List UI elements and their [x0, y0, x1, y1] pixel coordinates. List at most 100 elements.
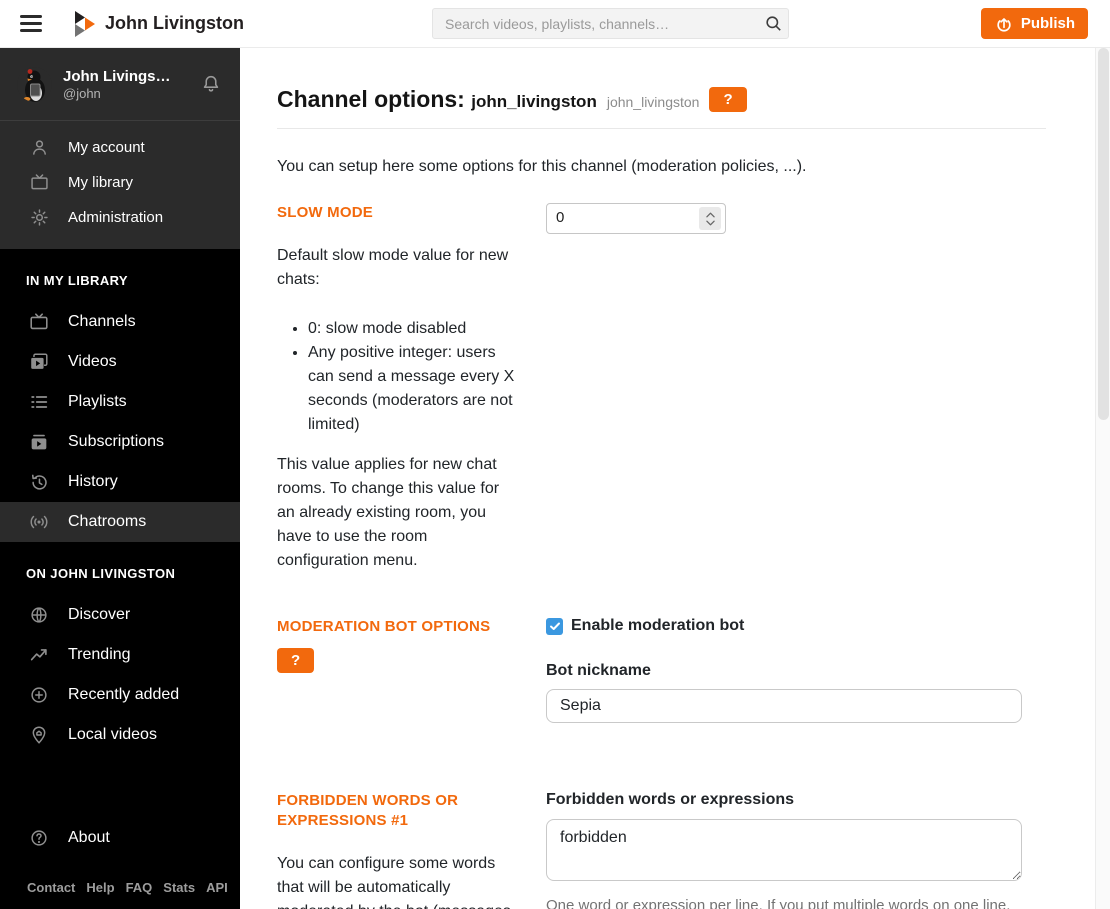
sidebar-item-label: Trending [68, 646, 131, 663]
sidebar-item-label: Subscriptions [68, 433, 165, 450]
number-spinner[interactable] [699, 207, 721, 230]
sidebar-item-recently-added[interactable]: Recently added [0, 675, 240, 715]
slow-mode-row: SLOW MODE Default slow mode value for ne… [277, 203, 1046, 573]
globe-icon [27, 603, 51, 627]
sidebar-footer-links: Contact Help FAQ Stats API [0, 858, 240, 909]
avatar [17, 66, 52, 102]
footer-link-stats[interactable]: Stats [163, 880, 195, 895]
slow-mode-bullets: 0: slow mode disabled Any positive integ… [277, 317, 517, 437]
search-icon[interactable] [758, 14, 788, 33]
notifications-bell-icon[interactable] [200, 72, 222, 96]
sidebar-item-label: Administration [68, 209, 164, 226]
forbidden-words-label: Forbidden words or expressions [546, 791, 795, 808]
sidebar-item-about[interactable]: About [0, 818, 240, 858]
footer-link-api[interactable]: API [206, 880, 228, 895]
slow-mode-label: SLOW MODE [277, 204, 373, 221]
sidebar-item-channels[interactable]: Channels [0, 302, 240, 342]
user-icon [27, 136, 51, 160]
moderation-bot-help-button[interactable]: ? [277, 648, 315, 673]
videos-icon [27, 350, 51, 374]
enable-bot-row: Enable moderation bot [546, 617, 1046, 635]
channel-handle: john_livingston [606, 93, 700, 110]
sidebar-item-label: Playlists [68, 393, 127, 410]
upload-icon [994, 14, 1014, 34]
peertube-logo-icon[interactable] [74, 10, 95, 38]
slow-mode-bullet: 0: slow mode disabled [308, 317, 517, 341]
sidebar-item-subscriptions[interactable]: Subscriptions [0, 422, 240, 462]
vertical-scrollbar[interactable] [1095, 48, 1110, 909]
sidebar-item-my-library[interactable]: My library [0, 165, 240, 200]
sidebar-item-videos[interactable]: Videos [0, 342, 240, 382]
menu-toggle-icon[interactable] [20, 11, 42, 37]
tv-icon [27, 310, 51, 334]
sidebar-item-chatrooms[interactable]: Chatrooms [0, 502, 240, 542]
publish-label: Publish [1020, 15, 1075, 32]
sidebar-item-label: Channels [68, 313, 136, 330]
sidebar-item-label: Chatrooms [68, 513, 147, 530]
sidebar-item-local-videos[interactable]: Local videos [0, 715, 240, 755]
title-divider [277, 128, 1046, 129]
chevron-down-icon [705, 220, 715, 225]
moderation-bot-row: MODERATION BOT OPTIONS ? Enable moderati… [277, 617, 1046, 723]
page-title: Channel options: john_livingston [277, 86, 597, 112]
forbidden-words-help: One word or expression per line. If you … [546, 897, 1011, 909]
chevron-up-icon [705, 212, 715, 217]
forbidden-words-row: FORBIDDEN WORDS OR EXPRESSIONS #1 You ca… [277, 791, 1046, 909]
instance-title[interactable]: John Livingston [105, 13, 244, 34]
intro-text: You can setup here some options for this… [277, 158, 807, 175]
enable-bot-label[interactable]: Enable moderation bot [571, 617, 744, 635]
footer-link-faq[interactable]: FAQ [126, 880, 153, 895]
channel-name: john_livingston [471, 92, 597, 111]
section-title-on-instance: ON JOHN LIVINGSTON [26, 566, 176, 581]
publish-button[interactable]: Publish [980, 8, 1088, 39]
sidebar-item-label: Recently added [68, 686, 180, 703]
sidebar-item-playlists[interactable]: Playlists [0, 382, 240, 422]
sidebar-item-label: Discover [68, 606, 131, 623]
moderation-bot-label: MODERATION BOT OPTIONS [277, 618, 491, 635]
search-input[interactable] [433, 15, 758, 32]
user-handle: @john [63, 85, 101, 101]
slow-mode-input[interactable]: 0 [546, 203, 726, 234]
trending-icon [27, 643, 51, 667]
sidebar-item-history[interactable]: History [0, 462, 240, 502]
sidebar-item-label: My account [68, 139, 145, 156]
tv-icon [27, 171, 51, 195]
bot-nickname-input[interactable] [546, 689, 1022, 723]
forbidden-words-description: You can configure some words that will b… [277, 855, 511, 909]
account-menu: My account My library Administration [0, 120, 240, 249]
broadcast-icon [27, 510, 51, 534]
sidebar-item-label: My library [68, 174, 134, 191]
main-content: Channel options: john_livingston john_li… [240, 48, 1110, 909]
subscriptions-icon [27, 430, 51, 454]
page-title-row: Channel options: john_livingston john_li… [277, 86, 1046, 113]
forbidden-words-textarea[interactable]: forbidden [546, 819, 1022, 881]
sidebar-item-administration[interactable]: Administration [0, 200, 240, 235]
sidebar-item-label: About [68, 829, 110, 846]
slow-mode-value: 0 [556, 209, 565, 226]
forbidden-words-section-label: FORBIDDEN WORDS OR EXPRESSIONS #1 [277, 792, 459, 829]
top-bar: John Livingston Publish [0, 0, 1110, 48]
section-title-in-my-library: IN MY LIBRARY [26, 273, 128, 288]
slow-mode-bullet: Any positive integer: users can send a m… [308, 341, 517, 437]
plus-circle-icon [27, 683, 51, 707]
check-icon [549, 622, 560, 630]
footer-link-contact[interactable]: Contact [27, 880, 75, 895]
gear-icon [27, 206, 51, 230]
search-box [432, 8, 789, 39]
sidebar-item-label: Videos [68, 353, 117, 370]
enable-bot-checkbox[interactable] [546, 617, 563, 635]
slow-mode-description: Default slow mode value for new chats: [277, 247, 509, 288]
user-display-name: John Livings… [63, 67, 171, 85]
playlist-icon [27, 390, 51, 414]
channel-options-help-button[interactable]: ? [709, 87, 747, 112]
slow-mode-note: This value applies for new chat rooms. T… [277, 456, 500, 569]
user-block[interactable]: John Livings… @john [0, 48, 240, 120]
sidebar-item-label: Local videos [68, 726, 157, 743]
sidebar-item-discover[interactable]: Discover [0, 595, 240, 635]
scrollbar-thumb[interactable] [1098, 48, 1109, 420]
sidebar-item-my-account[interactable]: My account [0, 130, 240, 165]
sidebar: John Livings… @john My account My librar… [0, 48, 240, 909]
footer-link-help[interactable]: Help [86, 880, 114, 895]
sidebar-item-trending[interactable]: Trending [0, 635, 240, 675]
question-circle-icon [27, 826, 51, 850]
